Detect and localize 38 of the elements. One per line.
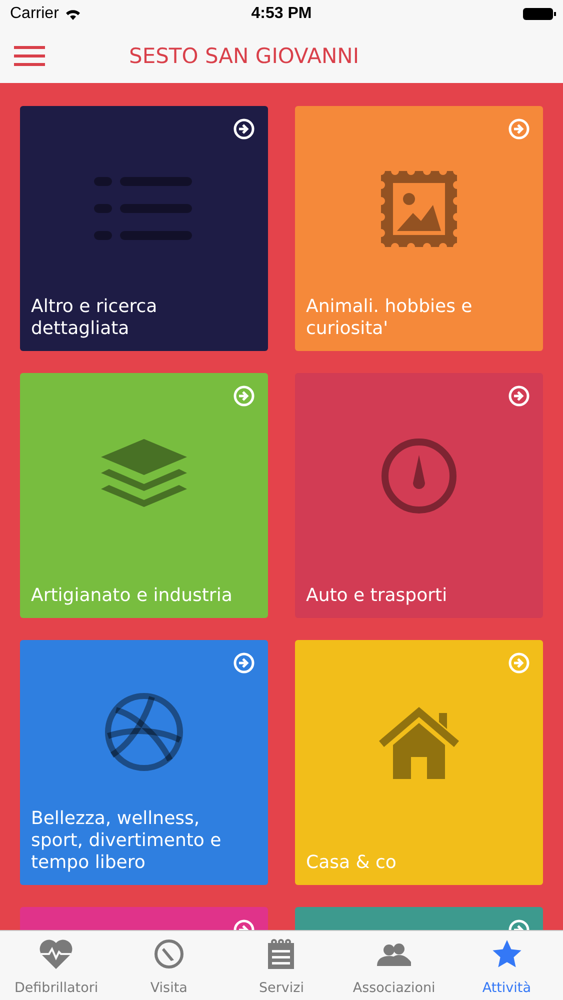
arrow-circle-icon (508, 652, 530, 674)
arrow-circle-icon (233, 385, 255, 407)
category-tile[interactable]: Bellezza, wellness, sport, divertimento e tempo libero (20, 640, 268, 885)
tab-item[interactable]: Attività (450, 931, 563, 1000)
people-icon (377, 942, 412, 966)
star-icon (492, 939, 522, 969)
category-tile[interactable]: Animali. hobbies e curiosita' (295, 106, 543, 351)
tile-label: Animali. hobbies e curiosita' (306, 296, 474, 340)
category-tile[interactable]: Altro e ricerca dettagliata (20, 106, 268, 351)
tile-label: Bellezza, wellness, sport, divertimento e tempo libero (31, 808, 222, 874)
image-icon (381, 171, 457, 247)
tab-item[interactable]: Associazioni (338, 931, 450, 1000)
compass-icon (154, 939, 184, 969)
battery-icon (523, 8, 553, 20)
tile-label: Casa & co (306, 852, 396, 874)
basketball-icon (104, 692, 184, 772)
category-tile[interactable]: Auto e trasporti (295, 373, 543, 618)
heart-rate-icon (39, 939, 74, 969)
arrow-circle-icon (508, 118, 530, 140)
tile-label: Auto e trasporti (306, 585, 448, 607)
gauge-icon (380, 437, 458, 515)
tile-label: Altro e ricerca dettagliata (31, 296, 158, 340)
tab-item[interactable]: Defibrillatori (0, 931, 113, 1000)
app-title: SESTO SAN GIOVANNI (129, 44, 360, 68)
house-icon (379, 707, 459, 779)
clock-time: 4:53 PM (251, 5, 312, 23)
list-icon (94, 177, 194, 241)
category-tile[interactable]: Artigianato e industria (20, 373, 268, 618)
notepad-icon (268, 939, 294, 969)
tab-item[interactable]: Servizi (225, 931, 338, 1000)
arrow-circle-icon (233, 652, 255, 674)
wifi-icon (64, 8, 81, 20)
tab-item[interactable]: Visita (112, 931, 226, 1000)
arrow-circle-icon (508, 385, 530, 407)
carrier-name: Carrier (10, 5, 59, 23)
tile-label: Artigianato e industria (31, 585, 232, 607)
arrow-circle-icon (233, 118, 255, 140)
menu-button[interactable] (14, 44, 45, 66)
